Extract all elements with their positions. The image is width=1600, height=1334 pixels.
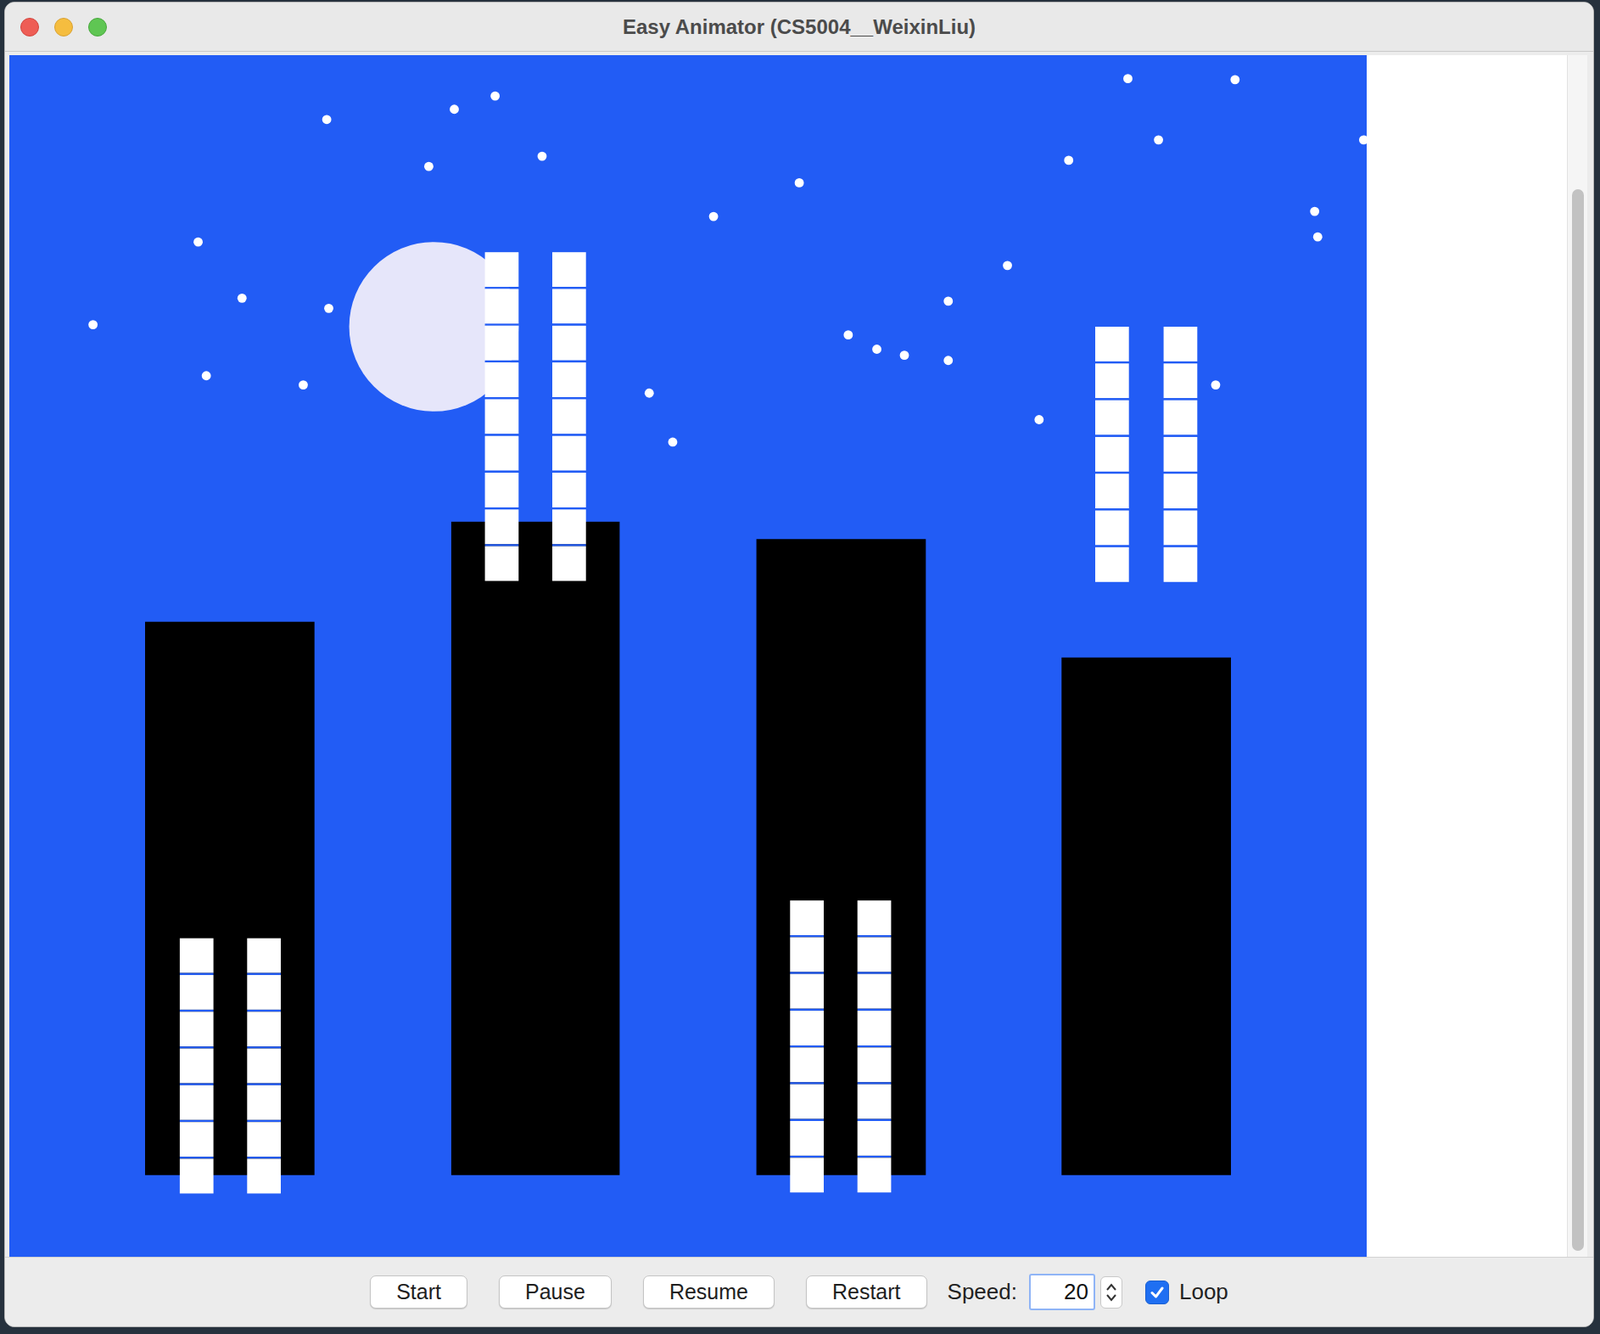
star: [1063, 156, 1074, 166]
star: [1359, 134, 1367, 145]
checkmark-icon: [1148, 1283, 1166, 1301]
star: [1034, 414, 1044, 425]
star: [193, 237, 203, 247]
window-column: [1095, 326, 1130, 582]
close-icon[interactable]: [20, 17, 40, 37]
animation-canvas: [9, 55, 1367, 1257]
star: [298, 380, 308, 390]
star: [490, 91, 500, 101]
star: [644, 388, 655, 398]
control-bar: Start Pause Resume Restart Speed: Loop: [5, 1256, 1594, 1326]
star: [537, 151, 548, 162]
star: [794, 178, 805, 188]
star: [1153, 134, 1164, 145]
star: [943, 355, 953, 365]
down-arrow-icon[interactable]: [1105, 1292, 1118, 1303]
star: [449, 104, 459, 114]
star: [201, 370, 212, 381]
star: [88, 319, 98, 330]
loop-checkbox[interactable]: [1145, 1280, 1170, 1304]
loop-label[interactable]: Loop: [1179, 1275, 1229, 1309]
star: [237, 293, 247, 303]
pause-button[interactable]: Pause: [498, 1275, 612, 1310]
star: [1211, 380, 1221, 390]
star: [872, 344, 882, 354]
moon: [349, 241, 520, 412]
speed-label: Speed:: [947, 1275, 1018, 1309]
zoom-icon[interactable]: [88, 17, 107, 37]
app-window: Easy Animator (CS5004__WeixinLiu) Start P…: [4, 1, 1595, 1327]
star: [324, 303, 334, 314]
content-area: [5, 51, 1594, 1257]
up-arrow-icon[interactable]: [1105, 1281, 1118, 1293]
building: [756, 538, 927, 1175]
minimize-icon[interactable]: [54, 17, 73, 37]
restart-button[interactable]: Restart: [805, 1275, 928, 1310]
window-column: [552, 251, 587, 581]
speed-input[interactable]: [1029, 1273, 1096, 1310]
window-title: Easy Animator (CS5004__WeixinLiu): [622, 11, 976, 43]
vertical-scrollbar[interactable]: [1566, 55, 1588, 1257]
window-column: [789, 900, 824, 1192]
animation-panel: [9, 55, 1367, 1257]
window-column: [179, 938, 214, 1194]
star: [943, 296, 953, 307]
star: [709, 212, 719, 222]
window-column: [857, 900, 892, 1192]
window-column: [1163, 326, 1198, 582]
scrollbar-thumb[interactable]: [1572, 189, 1584, 1251]
star: [1309, 206, 1320, 217]
resume-button[interactable]: Resume: [643, 1275, 775, 1310]
building: [1061, 657, 1231, 1175]
star: [1313, 232, 1323, 242]
star: [424, 162, 434, 172]
start-button[interactable]: Start: [369, 1275, 468, 1310]
night-sky: [9, 55, 1367, 1257]
star: [900, 350, 910, 360]
star: [843, 330, 853, 340]
speed-stepper[interactable]: [1100, 1275, 1123, 1309]
star: [668, 437, 678, 448]
building: [145, 621, 315, 1175]
title-bar: Easy Animator (CS5004__WeixinLiu): [5, 2, 1594, 52]
star: [1230, 74, 1240, 84]
window-column: [485, 251, 520, 581]
window-column: [246, 938, 281, 1194]
star: [322, 114, 332, 124]
star: [1002, 260, 1013, 270]
building: [451, 521, 620, 1175]
star: [1123, 73, 1133, 84]
